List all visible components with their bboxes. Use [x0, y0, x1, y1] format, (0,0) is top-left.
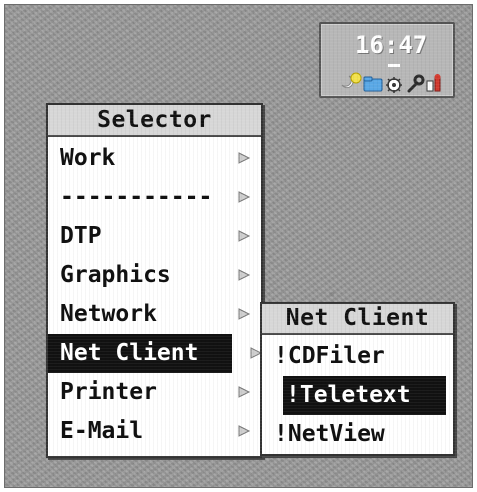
submenu-title: Net Client [262, 304, 453, 335]
menu-item-work[interactable]: Work [48, 139, 261, 178]
menu-item-label: Graphics [60, 262, 171, 288]
submenu-arrow-icon[interactable] [237, 268, 251, 282]
gear-icon [386, 77, 402, 93]
tools-icon [426, 74, 441, 92]
submenu-item-label: !NetView [274, 421, 385, 447]
menu-item-label: ----------- [60, 184, 213, 210]
menu-item-graphics[interactable]: Graphics [48, 256, 261, 295]
submenu-arrow-icon[interactable] [237, 307, 251, 321]
menu-title: Selector [48, 105, 261, 137]
menu-item-net-client[interactable]: Net Client [48, 334, 263, 373]
desktop: 16:47 Selector Work ----------- DTP Grap… [4, 4, 473, 488]
menu-item-dtp[interactable]: DTP [48, 217, 261, 256]
submenu-item-teletext[interactable]: !Teletext [283, 376, 446, 415]
submenu-arrow-icon[interactable] [237, 190, 251, 204]
wrench-icon [407, 74, 425, 93]
menu-item-network[interactable]: Network [48, 295, 261, 334]
menu-item-label: E-Mail [60, 418, 144, 444]
net-client-submenu: Net Client !CDFiler !Teletext !NetView [260, 302, 455, 456]
selector-menu: Selector Work ----------- DTP Graphics N… [46, 103, 263, 458]
clock-cursor [388, 64, 400, 67]
menu-item-printer[interactable]: Printer [48, 373, 261, 412]
menu-item-label: Net Client [60, 340, 199, 366]
submenu-arrow-icon[interactable] [237, 151, 251, 165]
folder-icon [363, 76, 383, 92]
submenu-items: !CDFiler !Teletext !NetView [262, 335, 453, 460]
clock-icons [334, 71, 452, 93]
submenu-arrow-icon[interactable] [237, 424, 251, 438]
clock-widget[interactable]: 16:47 [319, 22, 455, 98]
menu-item-label: Work [60, 145, 116, 171]
submenu-arrow-icon[interactable] [237, 229, 251, 243]
menu-item-e-mail[interactable]: E-Mail [48, 412, 261, 451]
submenu-item-netview[interactable]: !NetView [262, 415, 453, 454]
menu-item-label: DTP [60, 223, 102, 249]
submenu-arrow-icon[interactable] [237, 385, 251, 399]
submenu-item-label: !CDFiler [274, 343, 385, 369]
menu-item-separator[interactable]: ----------- [48, 178, 261, 217]
clock-time: 16:47 [355, 31, 428, 59]
menu-item-label: Printer [60, 379, 157, 405]
clock-icons-svg [341, 72, 441, 93]
menu-items: Work ----------- DTP Graphics Network Ne… [48, 137, 263, 457]
menu-item-label: Network [60, 301, 157, 327]
submenu-item-cdfiler[interactable]: !CDFiler [262, 337, 453, 376]
submenu-item-label: !Teletext [286, 382, 411, 408]
sun-icon [350, 72, 362, 84]
